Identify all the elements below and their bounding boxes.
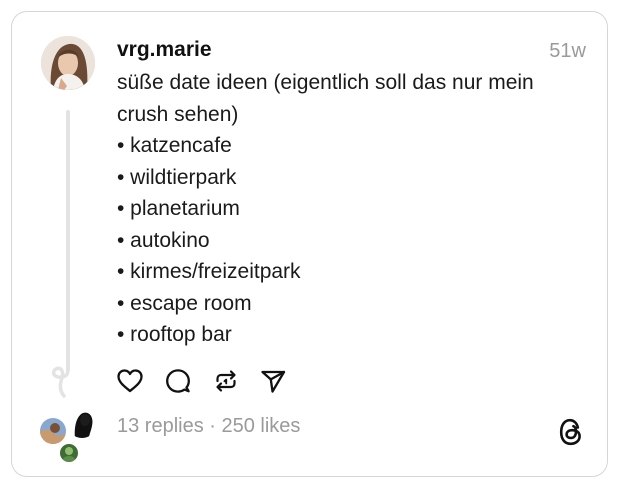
post-timestamp[interactable]: 51w: [549, 38, 586, 64]
post-text-line: crush sehen): [117, 102, 239, 126]
post-username[interactable]: vrg.marie: [117, 37, 212, 63]
thread-curl: [51, 362, 70, 398]
replier-avatar[interactable]: [60, 444, 78, 462]
send-icon: [261, 370, 286, 393]
post-body: süße date ideen (eigentlich soll das nur…: [117, 67, 587, 351]
post-text-line: • katzencafe: [117, 134, 232, 157]
share-button[interactable]: [259, 367, 287, 395]
comment-icon: [166, 369, 190, 393]
post-text-line: • rooftop bar: [117, 323, 232, 346]
post-text-line: • wildtierpark: [117, 165, 237, 189]
repost-icon: [216, 370, 236, 392]
post-text-line: • escape room: [117, 291, 252, 315]
threads-logo-icon[interactable]: [558, 417, 584, 447]
thread-line: [66, 110, 70, 372]
repost-button[interactable]: [212, 367, 240, 395]
reply-button[interactable]: [164, 367, 192, 395]
like-button[interactable]: [116, 367, 144, 395]
post-stats[interactable]: 13 replies · 250 likes: [117, 412, 300, 440]
heart-icon: [117, 369, 143, 393]
post-text-line: süße date ideen (eigentlich soll das nur…: [117, 71, 534, 94]
avatar[interactable]: [41, 36, 95, 90]
post-text-line: • kirmes/freizeitpark: [117, 260, 301, 283]
replier-avatar[interactable]: [67, 408, 97, 438]
post-text-line: • autokino: [117, 228, 210, 252]
replier-avatar[interactable]: [40, 418, 66, 444]
post-text-line: • planetarium: [117, 197, 240, 220]
